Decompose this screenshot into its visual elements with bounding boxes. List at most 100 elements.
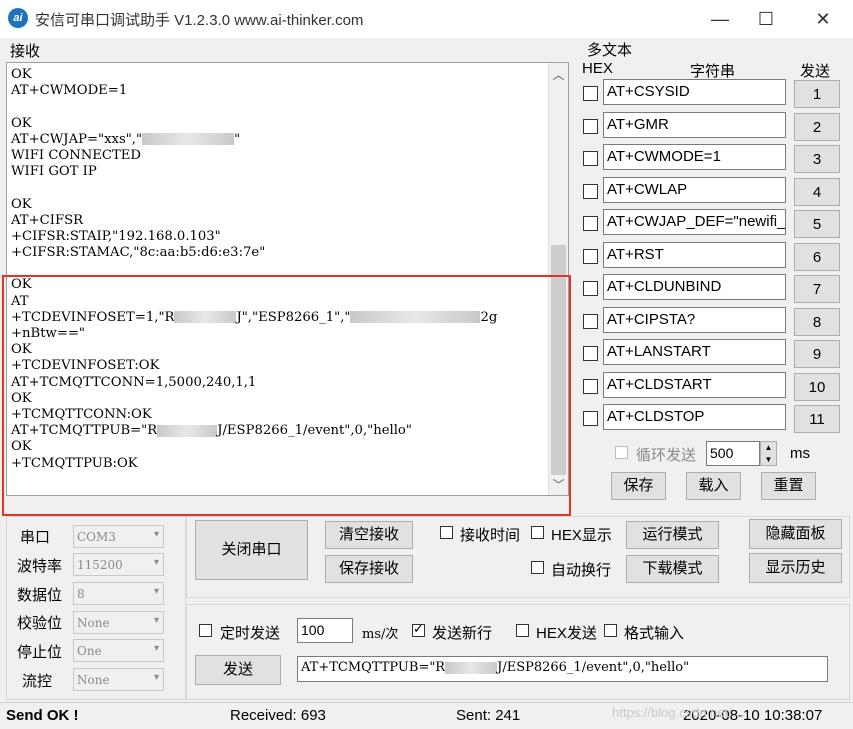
row-string-input[interactable]: AT+CIPSTA?: [603, 306, 786, 333]
format-input-label: 格式输入: [624, 625, 685, 642]
row-send-button[interactable]: 10: [794, 372, 840, 401]
window-title: 安信可串口调试助手 V1.2.3.0 www.ai-thinker.com: [35, 12, 364, 29]
receive-line: AT+CWJAP="xxs"," ": [11, 131, 241, 147]
app-icon: ai: [8, 8, 28, 28]
row-hex-checkbox[interactable]: [583, 118, 598, 134]
parity-value: None: [77, 616, 110, 630]
row-hex-checkbox[interactable]: [583, 151, 598, 166]
download-mode-button[interactable]: 下载模式: [626, 555, 719, 583]
string-header: 字符串: [690, 63, 736, 80]
send-newline-checkbox[interactable]: [412, 621, 425, 637]
row-hex-checkbox[interactable]: [583, 411, 598, 426]
flow-value: None: [77, 673, 110, 687]
receive-line: +CIFSR:STAIP,"192.168.0.103": [11, 228, 221, 244]
receive-line: AT+CIFSR: [11, 212, 84, 228]
row-send-button[interactable]: 1: [794, 80, 840, 108]
hex-header: HEX: [582, 60, 613, 77]
hex-send-checkbox[interactable]: [516, 624, 529, 637]
redacted-text: [445, 661, 498, 674]
received-count: Received: 693: [230, 707, 326, 724]
show-history-button[interactable]: 显示历史: [749, 553, 842, 583]
row-hex-checkbox[interactable]: [583, 378, 598, 394]
row-string-input[interactable]: AT+LANSTART: [603, 339, 786, 365]
send-input-prefix: AT+TCMQTTPUB="R: [301, 660, 446, 675]
send-input-suffix: J/ESP8266_1/event",0,"hello": [497, 660, 690, 675]
receive-time-checkbox[interactable]: [440, 526, 453, 539]
auto-wrap-checkbox[interactable]: [531, 561, 544, 574]
send-status: Send OK !: [6, 707, 79, 724]
loop-send-label: 循环发送: [636, 447, 697, 464]
close-button[interactable]: ✕: [800, 4, 846, 34]
timed-send-label: 定时发送: [220, 625, 281, 642]
hex-display-checkbox[interactable]: [531, 526, 544, 539]
row-string-input[interactable]: AT+CWJAP_DEF="newifi_: [603, 209, 786, 235]
row-send-button[interactable]: 8: [794, 307, 840, 336]
row-hex-checkbox[interactable]: [583, 346, 598, 361]
row-hex-checkbox[interactable]: [583, 86, 598, 101]
receive-line: +CIFSR:STAMAC,"8c:aa:b5:d6:e3:7e": [11, 245, 266, 261]
timed-send-checkbox[interactable]: [199, 624, 212, 637]
row-string-input[interactable]: AT+CLDUNBIND: [603, 274, 786, 300]
save-button[interactable]: 保存: [611, 472, 666, 500]
row-send-button[interactable]: 6: [794, 242, 840, 271]
chevron-down-icon: ▾: [153, 529, 159, 540]
send-button[interactable]: 发送: [195, 655, 281, 685]
receive-line: OK: [11, 67, 32, 82]
row-send-button[interactable]: 3: [794, 145, 840, 173]
row-send-button[interactable]: 2: [794, 112, 840, 141]
flow-select[interactable]: None ▾: [73, 668, 164, 691]
receive-line: WIFI GOT IP: [11, 164, 97, 180]
parity-select[interactable]: None ▾: [73, 611, 164, 634]
row-string-input[interactable]: AT+CSYSID: [603, 79, 786, 105]
data-bits-label: 数据位: [17, 587, 63, 604]
row-hex-checkbox[interactable]: [583, 183, 598, 199]
ms-label: ms: [790, 445, 810, 462]
close-port-button[interactable]: 关闭串口: [195, 520, 308, 580]
port-label: 串口: [20, 529, 51, 546]
row-send-button[interactable]: 11: [794, 405, 840, 433]
run-mode-button[interactable]: 运行模式: [626, 521, 719, 549]
stop-bits-value: One: [77, 644, 102, 658]
save-receive-button[interactable]: 保存接收: [325, 555, 413, 583]
stop-bits-select[interactable]: One ▾: [73, 639, 164, 662]
row-string-input[interactable]: AT+CLDSTOP: [603, 404, 786, 430]
period-unit-label: ms/次: [362, 627, 399, 642]
format-input-checkbox[interactable]: [604, 624, 617, 637]
hide-panel-button[interactable]: 隐藏面板: [749, 519, 842, 549]
parity-label: 校验位: [17, 615, 63, 632]
chevron-down-icon: ▾: [153, 586, 159, 597]
row-string-input[interactable]: AT+CWLAP: [603, 176, 786, 203]
interval-input[interactable]: 500: [706, 441, 760, 466]
port-select[interactable]: COM3 ▾: [73, 525, 164, 548]
row-hex-checkbox[interactable]: [583, 313, 598, 329]
loop-send-checkbox[interactable]: [615, 446, 628, 459]
baud-select[interactable]: 115200 ▾: [73, 553, 164, 576]
row-string-input[interactable]: AT+RST: [603, 241, 786, 268]
port-value: COM3: [77, 530, 116, 544]
highlight-frame: [2, 275, 571, 516]
chevron-down-icon: ▾: [153, 615, 159, 626]
load-button[interactable]: 载入: [686, 472, 741, 500]
row-string-input[interactable]: AT+CWMODE=1: [603, 144, 786, 170]
clear-receive-button[interactable]: 清空接收: [325, 521, 413, 549]
send-input[interactable]: AT+TCMQTTPUB="R J/ESP8266_1/event",0,"hel…: [297, 656, 828, 682]
row-hex-checkbox[interactable]: [583, 216, 598, 231]
interval-spinner[interactable]: ▲ ▼: [760, 441, 777, 466]
row-send-button[interactable]: 4: [794, 177, 840, 206]
row-send-button[interactable]: 5: [794, 210, 840, 238]
data-bits-select[interactable]: 8 ▾: [73, 582, 164, 605]
period-input[interactable]: 100: [297, 618, 353, 643]
row-send-button[interactable]: 7: [794, 275, 840, 303]
row-hex-checkbox[interactable]: [583, 281, 598, 296]
baud-label: 波特率: [17, 558, 63, 575]
receive-line: [11, 180, 547, 196]
scroll-up-icon[interactable]: ︿: [549, 65, 568, 85]
minimize-button[interactable]: —: [697, 4, 743, 34]
reset-button[interactable]: 重置: [761, 472, 816, 500]
row-string-input[interactable]: AT+CLDSTART: [603, 371, 786, 398]
maximize-button[interactable]: ☐: [743, 4, 789, 34]
receive-line: AT+CWMODE=1: [11, 83, 128, 99]
row-send-button[interactable]: 9: [794, 340, 840, 368]
row-string-input[interactable]: AT+GMR: [603, 111, 786, 138]
row-hex-checkbox[interactable]: [583, 248, 598, 264]
